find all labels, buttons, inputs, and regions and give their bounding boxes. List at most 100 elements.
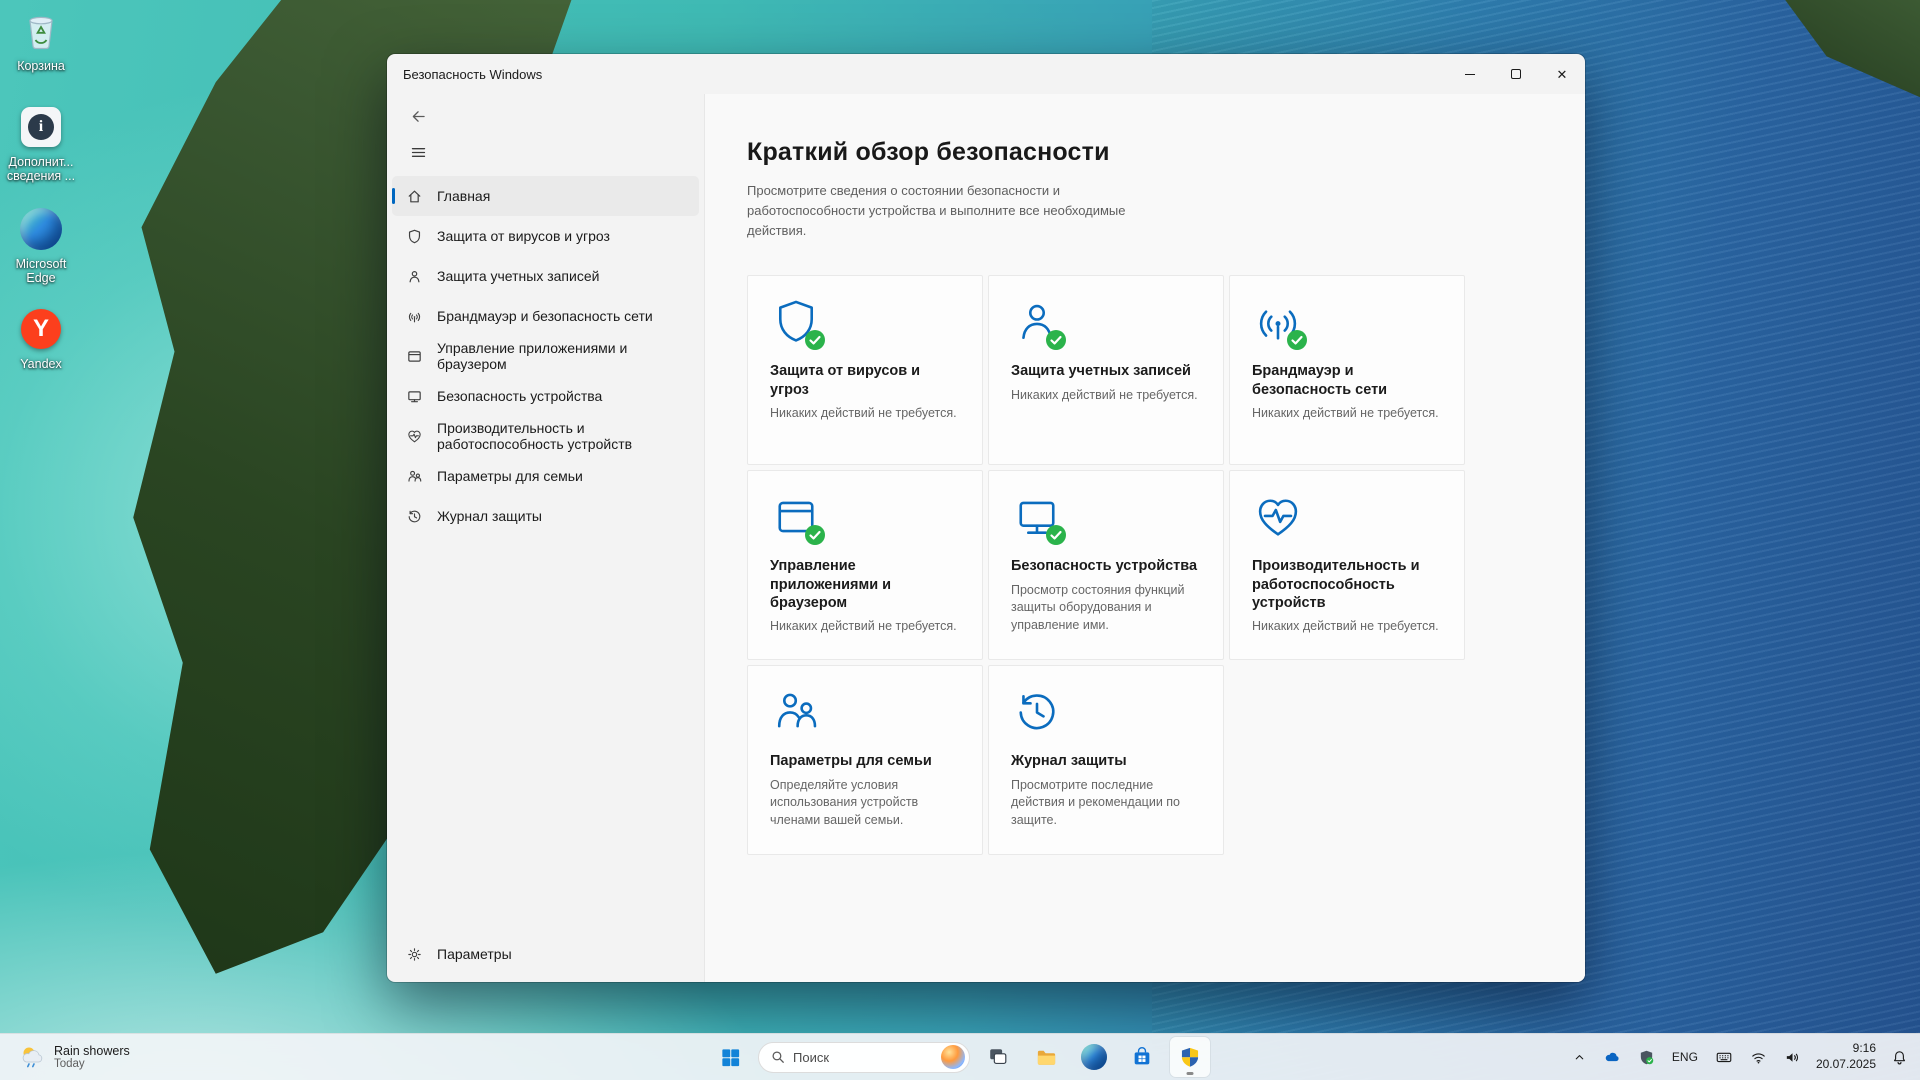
security-tray-button[interactable]	[1636, 1045, 1657, 1070]
task-view-button[interactable]	[978, 1037, 1018, 1077]
history-icon	[408, 510, 421, 522]
clock[interactable]: 9:16 20.07.2025	[1816, 1041, 1876, 1072]
taskbar: Rain showers Today Поиск ENG 9:16 20.07.…	[0, 1033, 1920, 1080]
card-description: Никаких действий не требуется.	[1252, 618, 1439, 633]
volume-icon	[1786, 1052, 1798, 1062]
desktop-icon-label: Корзина	[17, 59, 65, 73]
person-icon	[409, 270, 420, 282]
start-button[interactable]	[710, 1037, 750, 1077]
recycle-bin-icon	[18, 8, 64, 54]
sidebar-item-firewall[interactable]: Брандмауэр и безопасность сети	[392, 296, 699, 336]
sidebar-item-family-options[interactable]: Параметры для семьи	[392, 456, 699, 496]
sidebar-item-protection-history[interactable]: Журнал защиты	[392, 496, 699, 536]
sidebar-item-home[interactable]: Главная	[392, 176, 699, 216]
search-icon	[772, 1051, 784, 1063]
status-check-icon	[805, 525, 825, 546]
tray-date: 20.07.2025	[1815, 1057, 1876, 1071]
security-shield-icon	[1181, 1047, 1199, 1067]
desktop-icon-edge[interactable]: Microsoft Edge	[2, 206, 80, 286]
card-device-security[interactable]: Безопасность устройства Просмотр состоян…	[988, 470, 1224, 661]
desktop-icon-yandex[interactable]: Y Yandex	[2, 306, 80, 371]
card-virus-protection[interactable]: Защита от вирусов и угроз Никаких действ…	[747, 275, 983, 466]
info-icon: i	[18, 104, 64, 150]
desktop-icon-info[interactable]: i Дополнит... сведения ...	[2, 104, 80, 184]
back-arrow-icon	[412, 110, 425, 122]
menu-button[interactable]	[401, 136, 435, 168]
card-account-protection[interactable]: Защита учетных записей Никаких действий …	[988, 275, 1224, 466]
card-title: Параметры для семьи	[770, 753, 932, 770]
search-input[interactable]: Поиск	[758, 1041, 970, 1073]
volume-button[interactable]	[1782, 1045, 1803, 1070]
search-placeholder: Поиск	[793, 1049, 830, 1065]
close-button[interactable]: ✕	[1539, 54, 1585, 94]
store-icon	[1134, 1046, 1150, 1065]
sidebar-item-label: Защита от вирусов и угроз	[437, 228, 610, 244]
desktop-icon-label: Microsoft Edge	[15, 257, 67, 286]
sidebar-item-device-health[interactable]: Производительность и работоспособность у…	[392, 416, 699, 456]
card-family-options[interactable]: Параметры для семьи Определяйте условия …	[747, 665, 983, 856]
security-cards-grid: Защита от вирусов и угроз Никаких действ…	[747, 275, 1585, 856]
sidebar-item-account-protection[interactable]: Защита учетных записей	[392, 256, 699, 296]
touch-keyboard-button[interactable]	[1713, 1044, 1735, 1070]
search-highlights-icon[interactable]	[941, 1045, 965, 1069]
window-title: Безопасность Windows	[403, 66, 543, 82]
keyboard-icon	[1716, 1052, 1732, 1063]
card-protection-history[interactable]: Журнал защиты Просмотрите последние дейс…	[988, 665, 1224, 856]
maximize-button[interactable]	[1493, 54, 1539, 94]
sidebar-item-label: Защита учетных записей	[437, 268, 600, 284]
windows-security-button[interactable]	[1170, 1037, 1210, 1077]
edge-button[interactable]	[1074, 1037, 1114, 1077]
sidebar-item-label: Управление приложениями и браузером	[437, 340, 628, 372]
titlebar[interactable]: Безопасность Windows ✕	[387, 54, 1585, 94]
sidebar-item-device-security[interactable]: Безопасность устройства	[392, 376, 699, 416]
tray-overflow-button[interactable]	[1571, 1047, 1588, 1068]
card-description: Просмотр состояния функций защиты оборуд…	[1011, 582, 1185, 632]
back-button[interactable]	[401, 100, 435, 132]
language-indicator[interactable]: ENG	[1670, 1046, 1700, 1068]
weather-icon	[22, 1047, 43, 1068]
desktop-icon-recycle-bin[interactable]: Корзина	[2, 8, 80, 73]
sidebar-item-app-browser-control[interactable]: Управление приложениями и браузером	[392, 336, 699, 376]
card-title: Брандмауэр и безопасность сети	[1252, 363, 1388, 398]
device-icon	[408, 390, 421, 402]
minimize-button[interactable]	[1447, 54, 1493, 94]
explorer-icon	[1037, 1050, 1055, 1065]
notifications-button[interactable]	[1889, 1045, 1910, 1070]
file-explorer-button[interactable]	[1026, 1037, 1066, 1077]
card-firewall[interactable]: Брандмауэр и безопасность сети Никаких д…	[1229, 275, 1465, 466]
family-icon	[777, 694, 817, 728]
weather-widget[interactable]: Rain showers Today	[8, 1034, 140, 1080]
card-device-health[interactable]: Производительность и работоспособность у…	[1229, 470, 1465, 661]
shield-icon	[408, 229, 421, 243]
sidebar-item-label: Журнал защиты	[437, 508, 542, 524]
card-title: Журнал защиты	[1011, 753, 1127, 770]
defender-tray-icon	[1640, 1050, 1654, 1064]
family-icon	[408, 470, 422, 482]
close-icon: ✕	[1556, 66, 1568, 82]
onedrive-tray-button[interactable]	[1601, 1044, 1623, 1070]
network-button[interactable]	[1748, 1045, 1769, 1070]
sidebar-item-label: Безопасность устройства	[437, 388, 603, 404]
health-heart-icon	[1258, 499, 1298, 537]
start-icon	[721, 1048, 739, 1066]
taskbar-center: Поиск	[710, 1034, 1210, 1080]
edge-icon	[18, 206, 64, 252]
windows-security-window: Безопасность Windows ✕ Главная Защита от…	[387, 54, 1585, 982]
taskbar-tray: ENG 9:16 20.07.2025	[1571, 1034, 1910, 1080]
sidebar-item-label: Производительность и работоспособность у…	[437, 420, 633, 452]
network-icon	[408, 312, 421, 322]
gear-icon	[408, 947, 421, 961]
card-title: Управление приложениями и браузером	[770, 558, 892, 611]
store-button[interactable]	[1122, 1037, 1162, 1077]
tray-time: 9:16	[1852, 1041, 1876, 1056]
page-subtitle: Просмотрите сведения о состоянии безопас…	[747, 183, 1126, 239]
desktop: Корзина i Дополнит... сведения ... Micro…	[0, 0, 1920, 1080]
card-app-browser-control[interactable]: Управление приложениями и браузером Ника…	[747, 470, 983, 661]
onedrive-cloud-icon	[1605, 1052, 1619, 1062]
sidebar-item-settings[interactable]: Параметры	[392, 934, 699, 974]
maximize-icon	[1511, 69, 1521, 79]
sidebar-item-label: Брандмауэр и безопасность сети	[437, 308, 653, 324]
status-check-icon	[1046, 525, 1066, 546]
sidebar-item-virus-protection[interactable]: Защита от вирусов и угроз	[392, 216, 699, 256]
bell-icon	[1893, 1050, 1906, 1064]
